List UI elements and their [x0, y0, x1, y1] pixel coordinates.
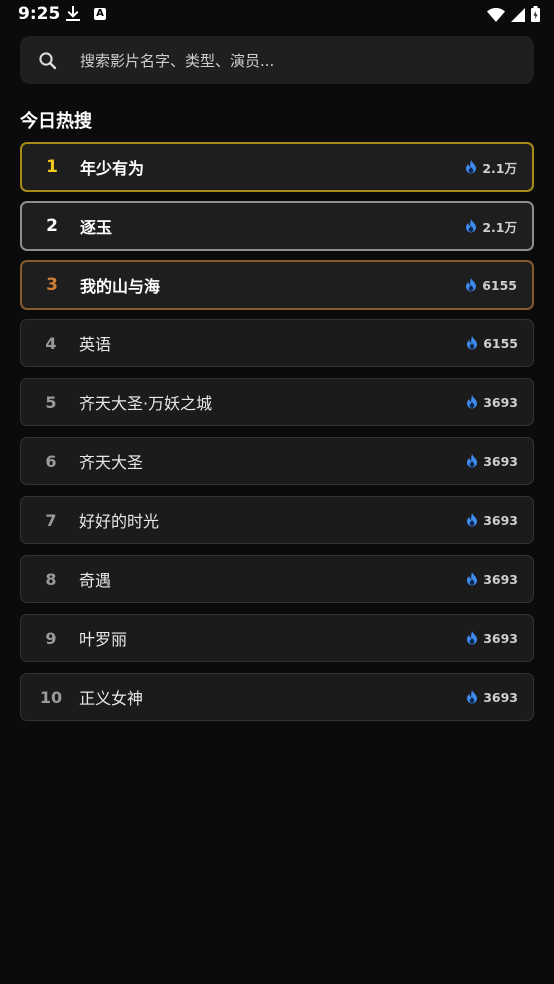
- flame-icon: [467, 631, 478, 645]
- heat-count: 3693: [466, 379, 518, 425]
- heat-count: 3693: [466, 674, 518, 720]
- heat-value: 6155: [483, 335, 518, 351]
- list-item[interactable]: 7 好好的时光 3693: [20, 496, 534, 544]
- item-title: 逐玉: [80, 218, 113, 237]
- search-icon[interactable]: [38, 51, 58, 75]
- list-item[interactable]: 10 正义女神 3693: [20, 673, 534, 721]
- rank-number: 1: [46, 157, 58, 177]
- search-bar[interactable]: [20, 36, 534, 86]
- flame-icon: [467, 572, 478, 586]
- heat-count: 3693: [466, 438, 518, 484]
- signal-icon: [511, 7, 525, 26]
- list-item[interactable]: 5 齐天大圣·万妖之城 3693: [20, 378, 534, 426]
- item-title: 齐天大圣·万妖之城: [79, 394, 213, 413]
- heat-value: 3693: [483, 453, 518, 469]
- hot-list: 1 年少有为 2.1万 2 逐玉 2.1万 3 我的山与海 6155 4 英语 …: [20, 142, 534, 732]
- rank-number: 9: [45, 628, 57, 648]
- heat-value: 2.1万: [482, 160, 517, 176]
- heat-value: 3693: [483, 394, 518, 410]
- search-input[interactable]: [78, 36, 522, 86]
- item-title: 齐天大圣: [79, 453, 144, 472]
- rank-number: 10: [39, 687, 63, 707]
- item-title: 年少有为: [80, 159, 145, 178]
- list-item[interactable]: 1 年少有为 2.1万: [20, 142, 534, 192]
- flame-icon: [467, 336, 478, 350]
- rank-number: 7: [45, 510, 57, 530]
- item-title: 我的山与海: [80, 277, 161, 296]
- list-item[interactable]: 8 奇遇 3693: [20, 555, 534, 603]
- heat-value: 2.1万: [482, 219, 517, 235]
- status-time: 9:25: [18, 4, 61, 24]
- status-right-icons: [487, 6, 540, 26]
- item-title: 英语: [79, 335, 112, 354]
- rank-number: 5: [45, 392, 57, 412]
- wifi-icon: [487, 7, 505, 26]
- rank-number: 6: [45, 451, 57, 471]
- a-icon: A: [94, 8, 106, 20]
- list-item[interactable]: 4 英语 6155: [20, 319, 534, 367]
- download-icon: [66, 6, 80, 26]
- list-item[interactable]: 3 我的山与海 6155: [20, 260, 534, 310]
- heat-value: 3693: [483, 571, 518, 587]
- flame-icon: [466, 160, 477, 174]
- rank-number: 4: [45, 333, 57, 353]
- section-title: 今日热搜: [20, 111, 92, 132]
- flame-icon: [467, 690, 478, 704]
- heat-value: 3693: [483, 512, 518, 528]
- flame-icon: [467, 395, 478, 409]
- flame-icon: [467, 454, 478, 468]
- heat-value: 6155: [482, 277, 517, 293]
- heat-count: 2.1万: [465, 203, 517, 249]
- list-item[interactable]: 6 齐天大圣 3693: [20, 437, 534, 485]
- list-item[interactable]: 9 叶罗丽 3693: [20, 614, 534, 662]
- heat-count: 3693: [466, 556, 518, 602]
- heat-count: 2.1万: [465, 144, 517, 190]
- flame-icon: [467, 513, 478, 527]
- heat-count: 6155: [466, 320, 518, 366]
- item-title: 奇遇: [79, 571, 112, 590]
- rank-number: 3: [46, 275, 58, 295]
- rank-number: 2: [46, 216, 58, 236]
- flame-icon: [466, 219, 477, 233]
- list-item[interactable]: 2 逐玉 2.1万: [20, 201, 534, 251]
- flame-icon: [466, 278, 477, 292]
- status-bar: 9:25 A: [0, 0, 554, 30]
- item-title: 叶罗丽: [79, 630, 128, 649]
- rank-number: 8: [45, 569, 57, 589]
- item-title: 正义女神: [79, 689, 144, 708]
- heat-count: 3693: [466, 615, 518, 661]
- item-title: 好好的时光: [79, 512, 160, 531]
- heat-value: 3693: [483, 630, 518, 646]
- battery-icon: [531, 6, 540, 26]
- heat-count: 3693: [466, 497, 518, 543]
- heat-count: 6155: [465, 262, 517, 308]
- heat-value: 3693: [483, 689, 518, 705]
